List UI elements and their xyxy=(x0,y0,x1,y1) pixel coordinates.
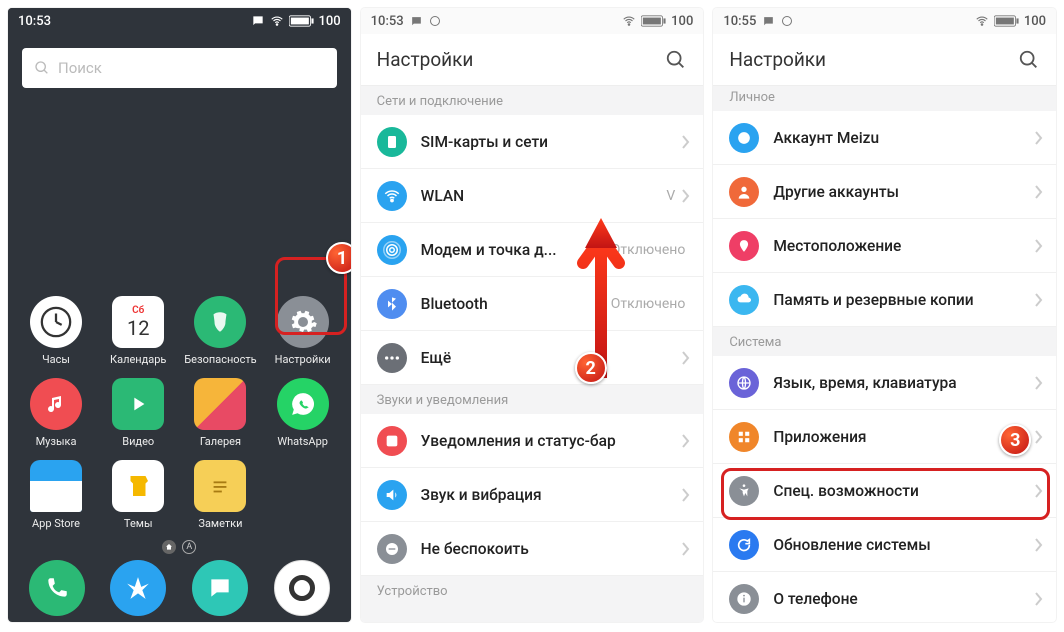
page-title: Настройки xyxy=(729,48,826,71)
row-other-acct[interactable]: Другие аккаунты xyxy=(713,165,1056,219)
battery-icon xyxy=(994,15,1020,27)
search-icon xyxy=(34,60,50,76)
status-time: 10:53 xyxy=(18,14,51,29)
row-notif[interactable]: Уведомления и статус-бар xyxy=(361,414,704,468)
status-bar: 10:53 100 xyxy=(8,8,351,34)
chevron-right-icon xyxy=(1034,376,1044,390)
search-icon[interactable] xyxy=(665,49,687,71)
chevron-right-icon xyxy=(1034,131,1044,145)
chevron-right-icon xyxy=(681,135,691,149)
app-whatsapp[interactable]: WhatsApp xyxy=(263,378,343,448)
row-bt[interactable]: BluetoothОтключено xyxy=(361,277,704,331)
chevron-right-icon xyxy=(681,189,691,203)
settings-header: Настройки xyxy=(361,34,704,86)
wifi-icon xyxy=(269,14,285,28)
chevron-right-icon xyxy=(681,434,691,448)
wifi-icon xyxy=(621,14,637,28)
chevron-right-icon xyxy=(1034,538,1044,552)
battery-pct: 100 xyxy=(319,14,341,29)
row-more[interactable]: Ещё xyxy=(361,331,704,385)
home-grid: Часы Сб 12 Календарь Безопасность xyxy=(8,284,351,552)
circle-icon xyxy=(781,15,793,27)
app-appstore[interactable]: App Store xyxy=(16,460,96,530)
step-badge-1: 1 xyxy=(326,242,351,274)
app-settings[interactable]: Настройки xyxy=(263,296,343,366)
app-calendar[interactable]: Сб 12 Календарь xyxy=(98,296,178,366)
app-gallery[interactable]: Галерея xyxy=(180,378,260,448)
chevron-right-icon xyxy=(681,488,691,502)
row-sound[interactable]: Звук и вибрация xyxy=(361,468,704,522)
settings-header: Настройки xyxy=(713,34,1056,86)
chat-icon xyxy=(251,14,265,28)
phone-settings-2: 10:55 100 Настройки Личное Аккаунт Meizu… xyxy=(713,8,1056,622)
status-right: 100 xyxy=(251,14,341,29)
row-meizu-acct[interactable]: Аккаунт Meizu xyxy=(713,111,1056,165)
settings-scroll[interactable]: Личное Аккаунт Meizu Другие аккаунты Мес… xyxy=(713,86,1056,622)
row-update[interactable]: Обновление системы xyxy=(713,518,1056,572)
status-bar: 10:55 100 xyxy=(713,8,1056,34)
circle-icon xyxy=(429,15,441,27)
row-about[interactable]: О телефоне xyxy=(713,572,1056,622)
dock-browser[interactable] xyxy=(110,560,166,616)
dock-camera[interactable] xyxy=(274,560,330,616)
chevron-right-icon xyxy=(1034,293,1044,307)
row-sim[interactable]: SIM-карты и сети xyxy=(361,115,704,169)
search-placeholder: Поиск xyxy=(58,59,102,77)
status-bar: 10:53 100 xyxy=(361,8,704,34)
app-notes[interactable]: Заметки xyxy=(180,460,260,530)
row-tether[interactable]: Модем и точка д...Отключено xyxy=(361,223,704,277)
gear-icon xyxy=(288,307,318,337)
settings-scroll[interactable]: Сети и подключение SIM-карты и сети WLAN… xyxy=(361,86,704,622)
step-badge-2: 2 xyxy=(575,352,607,384)
section-network: Сети и подключение xyxy=(361,86,704,115)
battery-icon xyxy=(641,15,667,27)
chevron-right-icon xyxy=(1034,430,1044,444)
chevron-right-icon xyxy=(1034,484,1044,498)
app-video[interactable]: Видео xyxy=(98,378,178,448)
status-time: 10:55 xyxy=(723,14,756,29)
section-system: Система xyxy=(713,327,1056,356)
chevron-right-icon xyxy=(1034,239,1044,253)
chat-icon xyxy=(762,15,775,28)
battery-pct: 100 xyxy=(671,14,693,29)
section-sounds: Звуки и уведомления xyxy=(361,385,704,414)
chevron-right-icon xyxy=(1034,185,1044,199)
status-time: 10:53 xyxy=(371,14,404,29)
section-personal: Личное xyxy=(713,86,1056,111)
battery-icon xyxy=(289,15,315,27)
dock-messages[interactable] xyxy=(192,560,248,616)
row-storage[interactable]: Память и резервные копии xyxy=(713,273,1056,327)
row-a11y[interactable]: Спец. возможности xyxy=(713,464,1056,518)
row-location[interactable]: Местоположение xyxy=(713,219,1056,273)
app-music[interactable]: Музыка xyxy=(16,378,96,448)
search-box[interactable]: Поиск xyxy=(22,48,337,88)
phone-home: 10:53 100 Поиск Часы xyxy=(8,8,351,622)
chevron-right-icon xyxy=(681,351,691,365)
app-security[interactable]: Безопасность xyxy=(180,296,260,366)
chevron-right-icon xyxy=(1034,592,1044,606)
battery-pct: 100 xyxy=(1024,14,1046,29)
page-title: Настройки xyxy=(377,48,474,71)
phone-settings-1: 10:53 100 Настройки Сети и подключение S… xyxy=(361,8,704,622)
row-lang[interactable]: Язык, время, клавиатура xyxy=(713,356,1056,410)
chat-icon xyxy=(410,15,423,28)
search-icon[interactable] xyxy=(1018,49,1040,71)
dock-phone[interactable] xyxy=(29,560,85,616)
section-device: Устройство xyxy=(361,576,704,605)
wifi-icon xyxy=(974,14,990,28)
page-indicator: A xyxy=(16,540,343,554)
dock xyxy=(8,560,351,616)
app-clock[interactable]: Часы xyxy=(16,296,96,366)
app-themes[interactable]: Темы xyxy=(98,460,178,530)
chevron-right-icon xyxy=(681,542,691,556)
row-wlan[interactable]: WLANV xyxy=(361,169,704,223)
row-dnd[interactable]: Не беспокоить xyxy=(361,522,704,576)
